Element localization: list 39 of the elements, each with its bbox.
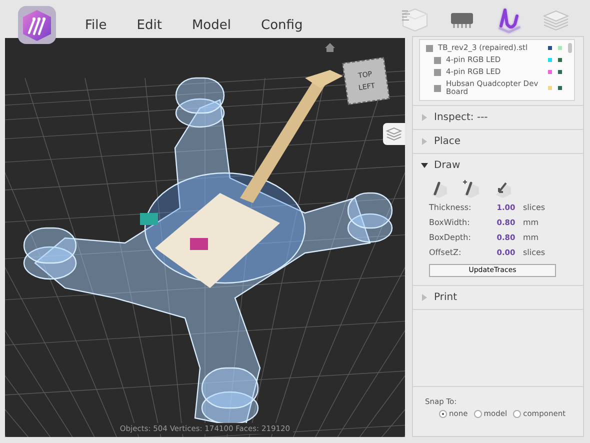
color-swatch[interactable]: [558, 70, 562, 74]
collapsed-caret-icon: [421, 294, 428, 300]
field-label: BoxDepth:: [429, 233, 472, 242]
pen-icon[interactable]: [429, 179, 449, 199]
radio-button[interactable]: [513, 410, 522, 418]
unit-label: slices: [523, 203, 546, 212]
menu-item[interactable]: File: [85, 18, 107, 33]
color-swatch[interactable]: [548, 58, 552, 62]
color-swatch[interactable]: [548, 46, 552, 50]
unit-label: mm: [523, 233, 540, 242]
home-icon[interactable]: [324, 42, 336, 53]
field-label: BoxWidth:: [429, 218, 471, 227]
pen-plus-icon[interactable]: [461, 179, 481, 199]
field-label: Thickness:: [429, 203, 472, 212]
scrollbar-thumb[interactable]: [568, 43, 572, 53]
expanded-caret-icon: [421, 162, 428, 169]
color-swatch[interactable]: [548, 70, 552, 74]
layers-button[interactable]: [383, 123, 405, 145]
object-icon: [434, 84, 441, 92]
color-swatch[interactable]: [558, 46, 562, 50]
unit-label: mm: [523, 218, 540, 227]
menu-item[interactable]: Config: [261, 18, 303, 33]
unit-label: slices: [523, 248, 546, 257]
radio-button[interactable]: [439, 410, 447, 418]
layers-icon: [385, 125, 403, 143]
collapsed-caret-icon: [421, 138, 428, 145]
color-swatch[interactable]: [558, 86, 562, 90]
section-header[interactable]: Print: [413, 286, 583, 308]
radio-button[interactable]: [474, 410, 482, 418]
menu-item[interactable]: Model: [192, 18, 231, 33]
section-header[interactable]: Draw: [413, 154, 583, 177]
color-swatch[interactable]: [548, 86, 552, 90]
section-header[interactable]: Place: [413, 130, 583, 153]
menu-item[interactable]: Edit: [136, 18, 162, 33]
field-label: OffsetZ:: [429, 248, 462, 257]
color-swatch[interactable]: [558, 58, 562, 62]
collapsed-caret-icon: [421, 114, 428, 121]
section-header[interactable]: Inspect: ---: [413, 106, 583, 129]
app-logo-icon: [17, 5, 57, 45]
